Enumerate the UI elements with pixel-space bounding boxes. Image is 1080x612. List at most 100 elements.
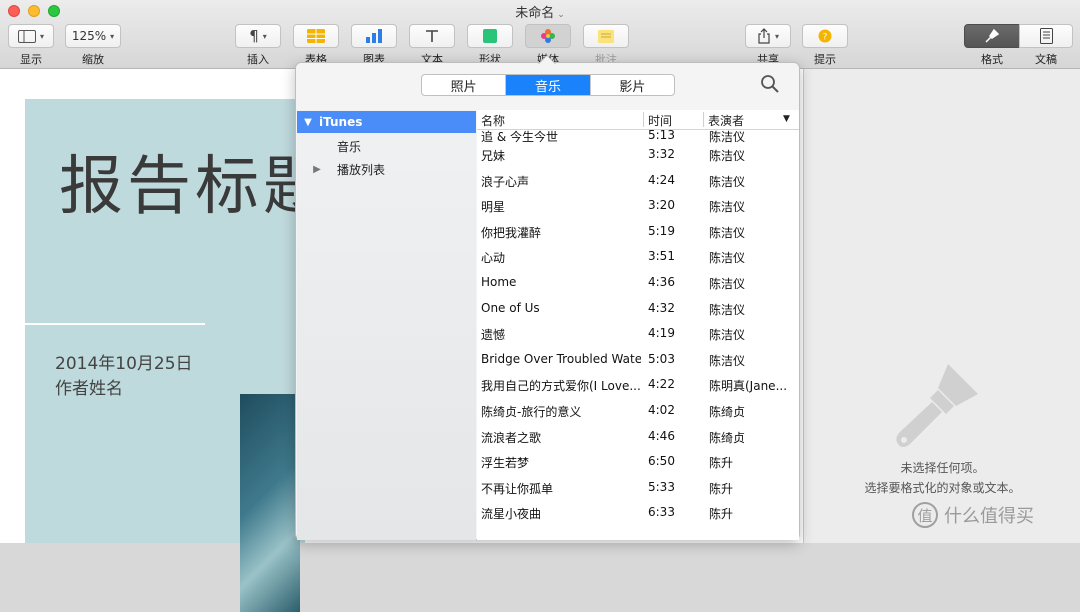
song-row[interactable]: 我用自己的方式爱你(I Love... 4:22 陈明真(Jane... <box>477 373 799 399</box>
song-name: Home <box>481 274 517 289</box>
format-label: 格式 <box>981 53 1003 66</box>
song-row[interactable]: 明星 3:20 陈洁仪 <box>477 194 799 220</box>
song-artist: 陈升 <box>709 456 734 471</box>
song-row[interactable]: 浮生若梦 6:50 陈升 <box>477 450 799 476</box>
tab-music[interactable]: 音乐 <box>506 75 591 95</box>
song-duration: 3:51 <box>648 249 675 264</box>
watermark-text: 什么值得买 <box>944 506 1034 527</box>
column-separator[interactable] <box>703 112 704 127</box>
watermark-logo-icon: 值 <box>912 502 938 528</box>
disclosure-closed-icon[interactable]: ▶ <box>297 164 337 175</box>
song-artist: 陈明真(Jane... <box>709 379 788 394</box>
song-duration: 5:33 <box>648 479 675 494</box>
column-header-name[interactable]: 名称 <box>481 112 505 129</box>
song-row[interactable]: 心动 3:51 陈洁仪 <box>477 245 799 271</box>
report-date[interactable]: 2014年10月25日 <box>55 349 193 374</box>
song-row[interactable]: 浪子心声 4:24 陈洁仪 <box>477 169 799 195</box>
document-label: 文稿 <box>1035 53 1057 66</box>
column-header-time[interactable]: 时间 <box>648 112 672 129</box>
song-artist: 陈洁仪 <box>709 149 746 163</box>
song-name: Bridge Over Troubled Water <box>481 351 641 366</box>
paintbrush-icon <box>985 28 1000 43</box>
chart-button[interactable] <box>351 24 397 48</box>
song-duration: 6:50 <box>648 454 675 469</box>
sidebar-item-music[interactable]: 音乐 <box>297 135 476 157</box>
shape-button[interactable] <box>467 24 513 48</box>
chevron-down-icon[interactable]: ▼ <box>783 114 790 124</box>
song-duration: 4:32 <box>648 300 675 315</box>
document-icon <box>1039 28 1053 44</box>
song-name: 流浪者之歌 <box>481 430 542 445</box>
chart-icon <box>366 29 382 43</box>
song-row[interactable]: 兄妹 3:32 陈洁仪 <box>477 143 799 169</box>
song-artist: 陈绮贞 <box>709 404 746 419</box>
document-button[interactable] <box>1019 24 1073 48</box>
zoom-value: 125% <box>71 29 107 43</box>
song-row[interactable]: 追 & 今生今世 5:13 陈洁仪 <box>477 128 799 144</box>
song-artist: 陈升 <box>709 507 734 522</box>
disclosure-open-icon[interactable]: ▼ <box>297 117 319 128</box>
paragraph-icon: ¶ <box>249 27 259 45</box>
format-button[interactable] <box>964 24 1020 48</box>
song-artist: 陈洁仪 <box>709 302 746 317</box>
song-name: 浮生若梦 <box>481 456 530 471</box>
tips-button[interactable]: ? <box>802 24 848 48</box>
zoom-label: 缩放 <box>82 53 104 66</box>
song-row[interactable]: 流星小夜曲 6:33 陈升 <box>477 501 799 527</box>
song-row[interactable]: 陈绮贞-旅行的意义 4:02 陈绮贞 <box>477 399 799 425</box>
sidebar-item-label: 音乐 <box>337 139 362 154</box>
chevron-down-icon: ▾ <box>262 31 267 41</box>
table-icon <box>307 29 325 43</box>
song-row[interactable]: Bridge Over Troubled Water 5:03 陈洁仪 <box>477 348 799 374</box>
song-row[interactable]: 流浪者之歌 4:46 陈绮贞 <box>477 425 799 451</box>
window-title[interactable]: 未命名 ⌄ <box>0 2 1080 21</box>
report-author[interactable]: 作者姓名 <box>55 374 123 399</box>
song-row[interactable]: Home 4:36 陈洁仪 <box>477 271 799 297</box>
sidebar-item-playlists[interactable]: ▶ 播放列表 <box>297 158 476 180</box>
song-duration: 4:36 <box>648 274 675 289</box>
search-icon[interactable] <box>760 74 780 94</box>
cover-photo[interactable] <box>240 394 300 612</box>
comment-icon <box>598 29 614 43</box>
song-artist: 陈洁仪 <box>709 200 746 215</box>
column-header-artist[interactable]: 表演者 <box>708 112 744 129</box>
report-title[interactable]: 报告标题 <box>59 135 331 227</box>
view-button[interactable]: ▾ <box>8 24 54 48</box>
sidebar-item-itunes[interactable]: ▼ iTunes <box>297 111 476 133</box>
song-name: 陈绮贞-旅行的意义 <box>481 404 582 419</box>
insert-label: 插入 <box>247 53 269 66</box>
song-row[interactable]: One of Us 4:32 陈洁仪 <box>477 297 799 323</box>
song-name: 心动 <box>481 251 506 266</box>
tips-label: 提示 <box>814 53 836 66</box>
tab-movies[interactable]: 影片 <box>591 75 674 95</box>
song-name: One of Us <box>481 300 540 315</box>
song-name: 你把我灌醉 <box>481 225 542 240</box>
insert-button[interactable]: ¶ ▾ <box>235 24 281 48</box>
comment-button[interactable] <box>583 24 629 48</box>
share-button[interactable]: ▾ <box>745 24 791 48</box>
song-name: 遗憾 <box>481 328 506 343</box>
song-rows: 追 & 今生今世 5:13 陈洁仪 兄妹 3:32 陈洁仪 浪子心声 4:24 陈洁仪 明星 3:2… <box>477 128 799 527</box>
song-list[interactable]: 名称 时间 表演者 ▼ 追 & 今生今世 5:13 陈洁仪 兄妹 3:32 陈洁仪 浪子心声… <box>477 110 799 540</box>
table-button[interactable] <box>293 24 339 48</box>
song-row[interactable]: 遗憾 4:19 陈洁仪 <box>477 322 799 348</box>
inspector-empty-title: 未选择任何项。 <box>900 461 985 475</box>
song-duration: 4:02 <box>648 402 675 417</box>
song-name: 流星小夜曲 <box>481 507 542 522</box>
media-button[interactable] <box>525 24 571 48</box>
song-duration: 4:24 <box>648 172 675 187</box>
zoom-select[interactable]: 125% ▾ <box>65 24 121 48</box>
song-artist: 陈洁仪 <box>709 328 746 343</box>
text-button[interactable] <box>409 24 455 48</box>
column-separator[interactable] <box>643 112 644 127</box>
watermark: 值 什么值得买 <box>912 502 1034 528</box>
song-row[interactable]: 你把我灌醉 5:19 陈洁仪 <box>477 220 799 246</box>
view-label: 显示 <box>20 53 42 66</box>
format-inspector: 未选择任何项。 选择要格式化的对象或文本。 <box>803 69 1080 543</box>
media-type-tabs: 照片 音乐 影片 <box>421 74 675 96</box>
inspector-empty-hint: 选择要格式化的对象或文本。 <box>864 481 1021 495</box>
sidebar-view-icon <box>17 29 36 43</box>
window-title-text: 未命名 <box>515 6 555 21</box>
tab-photos[interactable]: 照片 <box>422 75 507 95</box>
song-row[interactable]: 不再让你孤单 5:33 陈升 <box>477 476 799 502</box>
